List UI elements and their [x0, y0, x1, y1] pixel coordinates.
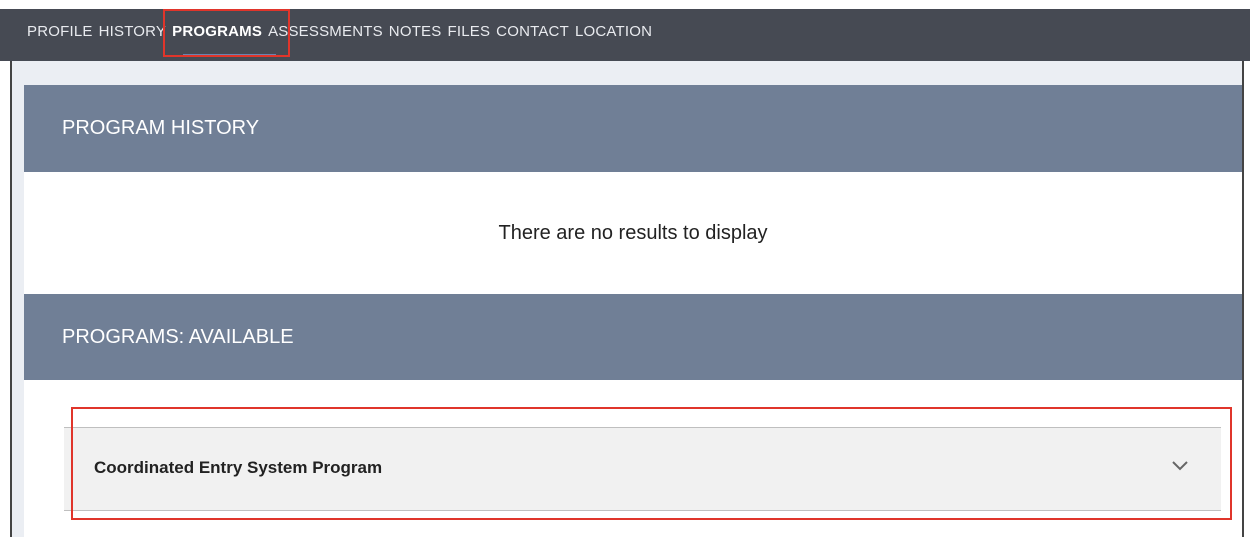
tab-history[interactable]: HISTORY: [99, 23, 167, 40]
programs-available-header: PROGRAMS: AVAILABLE: [24, 294, 1242, 381]
tab-list: PROFILE HISTORY PROGRAMS ASSESSMENTS NOT…: [27, 23, 658, 40]
programs-tab-highlight: [163, 9, 290, 57]
program-history-header: PROGRAM HISTORY: [24, 85, 1242, 172]
tab-notes[interactable]: NOTES: [389, 23, 442, 40]
program-item-highlight: [71, 407, 1232, 520]
program-history-title: PROGRAM HISTORY: [62, 117, 260, 139]
tab-location[interactable]: LOCATION: [575, 23, 652, 40]
tab-profile[interactable]: PROFILE: [27, 23, 93, 40]
programs-available-title: PROGRAMS: AVAILABLE: [62, 326, 294, 348]
tab-files[interactable]: FILES: [447, 23, 490, 40]
tab-contact[interactable]: CONTACT: [496, 23, 569, 40]
program-history-empty: There are no results to display: [24, 172, 1242, 294]
empty-message: There are no results to display: [498, 221, 768, 244]
